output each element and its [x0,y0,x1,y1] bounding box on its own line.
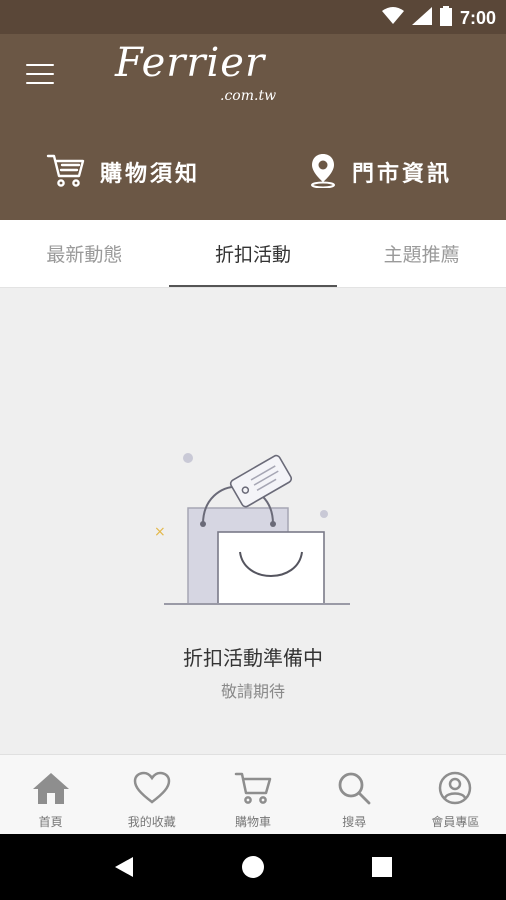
location-pin-icon [308,152,338,192]
shopping-info-button[interactable]: 購物須知 [46,150,200,194]
tab-discount-events[interactable]: 折扣活動 [168,220,338,287]
shopping-info-label: 購物須知 [100,162,201,187]
user-icon [435,771,475,809]
home-circle-icon [241,856,264,878]
search-icon [334,771,374,809]
recents-square-icon [371,857,392,877]
nav-cart[interactable]: 購物車 [202,755,303,834]
nav-member-label: 會員專區 [431,815,480,829]
cart-icon [46,152,86,192]
bottom-navigation: 首頁 我的收藏 購物車 搜尋 會員專區 [0,754,506,834]
battery-icon [439,6,452,30]
back-button[interactable] [104,847,144,887]
home-button[interactable] [233,847,273,887]
svg-text:×: × [154,524,166,540]
empty-state-title: 折扣活動準備中 [183,646,323,670]
brand-domain: .com.tw [220,88,277,104]
wifi-icon [381,7,404,29]
signal-icon [411,7,432,29]
recents-button[interactable] [362,847,402,887]
nav-member[interactable]: 會員專區 [405,755,506,834]
menu-icon-line [26,82,54,84]
tab-bar: 最新動態 折扣活動 主題推薦 [0,220,506,288]
home-icon [31,771,71,809]
app-header: Ferrier .com.tw 購物須知 門市資訊 [0,34,506,220]
brand-logo[interactable]: Ferrier .com.tw [115,40,276,104]
nav-search[interactable]: 搜尋 [304,755,405,834]
nav-favorites-label: 我的收藏 [127,815,176,829]
store-info-button[interactable]: 門市資訊 [308,150,452,194]
content-area: × 折扣活動準備中 敬請期待 [0,288,506,754]
nav-search-label: 搜尋 [342,815,367,829]
nav-cart-label: 購物車 [235,815,272,829]
shopping-bag-illustration: × [148,444,358,618]
nav-favorites[interactable]: 我的收藏 [101,755,202,834]
brand-wordmark: Ferrier [115,40,266,86]
status-bar: 7:00 [0,0,506,34]
empty-state-subtitle: 敬請期待 [220,682,285,701]
status-time: 7:00 [459,7,496,28]
tab-latest-news[interactable]: 最新動態 [0,220,169,287]
menu-icon-line [26,73,54,75]
menu-icon-line [26,64,54,66]
menu-button[interactable] [24,60,56,88]
nav-home[interactable]: 首頁 [0,755,101,834]
heart-icon [132,771,172,809]
system-navigation-bar [0,834,506,900]
store-info-label: 門市資訊 [352,162,453,187]
back-triangle-icon [115,857,134,877]
cart-icon [233,771,273,809]
nav-home-label: 首頁 [38,815,63,829]
tab-featured-themes[interactable]: 主題推薦 [337,220,506,287]
